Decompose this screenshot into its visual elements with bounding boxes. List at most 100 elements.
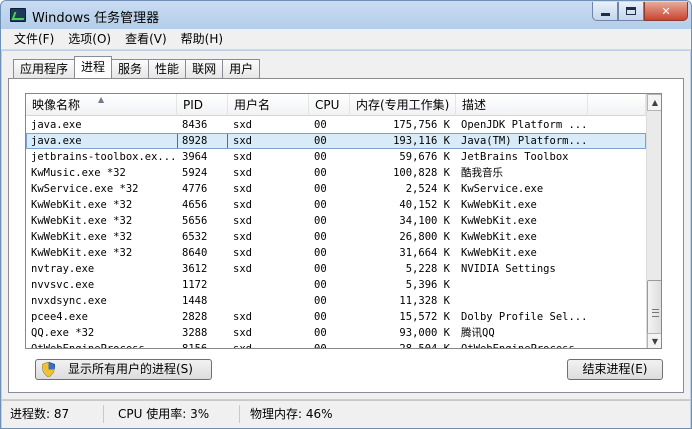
process-name-cell: nvxdsync.exe [31, 295, 107, 307]
status-process-count: 进程数: 87 [2, 405, 104, 423]
grip-icon [652, 309, 659, 317]
process-name-cell: KwWebKit.exe *32 [31, 247, 133, 259]
scroll-down-button[interactable]: ▼ [647, 333, 661, 348]
process-cpu-cell: 00 [314, 279, 327, 291]
process-row[interactable]: KwWebKit.exe *32 5656 sxd 00 34,100 K KwWebKi… [26, 213, 646, 229]
process-row[interactable]: nvxdsync.exe 1448 00 11,328 K [26, 293, 646, 309]
process-user-cell: sxd [233, 183, 252, 195]
process-description-cell: KwWebKit.exe [461, 199, 537, 211]
process-pid-cell: 8640 [182, 247, 208, 259]
process-cpu-cell: 00 [314, 183, 327, 195]
process-row[interactable]: jetbrains-toolbox.ex... 3964 sxd 00 59,676 K… [26, 149, 646, 165]
list-header: ▲ 映像名称 PID 用户名 CPU 内存(专用工作集) 描述 [26, 94, 646, 116]
process-row[interactable]: KwService.exe *32 4776 sxd 00 2,524 K KwServi… [26, 181, 646, 197]
title-bar[interactable]: Windows 任务管理器 ✕ [1, 1, 691, 29]
process-pid-cell: 8928 [177, 133, 228, 149]
process-row[interactable]: java.exe 8436 sxd 00 175,756 K OpenJDK Platfo… [26, 117, 646, 133]
process-pid-cell: 3612 [182, 263, 208, 275]
tab-users[interactable]: 用户 [222, 59, 261, 78]
process-cpu-cell: 00 [314, 135, 327, 147]
process-cpu-cell: 00 [314, 311, 327, 323]
sort-ascending-icon: ▲ [98, 95, 105, 104]
process-row[interactable]: QQ.exe *32 3288 sxd 00 93,000 K 腾讯QQ [26, 325, 646, 341]
process-pid-cell: 5656 [182, 215, 208, 227]
process-user-cell [228, 277, 309, 293]
minimize-button[interactable] [592, 2, 618, 21]
process-name-cell: KwWebKit.exe *32 [31, 231, 133, 243]
process-row[interactable]: nvtray.exe 3612 sxd 00 5,228 K NVIDIA Setting… [26, 261, 646, 277]
process-memory-cell: 40,152 K [399, 199, 450, 211]
uac-shield-icon [42, 362, 55, 377]
process-name-cell: nvvsvc.exe [31, 279, 95, 291]
process-user-cell: sxd [233, 151, 252, 163]
process-cpu-cell: 00 [314, 215, 327, 227]
process-memory-cell: 31,664 K [399, 247, 450, 259]
process-name-cell: QtWebEngineProcess... [31, 343, 164, 349]
process-user-cell: sxd [233, 247, 252, 259]
process-memory-cell: 100,828 K [393, 167, 450, 179]
process-user-cell: sxd [233, 311, 252, 323]
process-memory-cell: 28,504 K [399, 343, 450, 349]
process-cpu-cell: 00 [314, 295, 327, 307]
close-button[interactable]: ✕ [644, 2, 688, 21]
minimize-icon [600, 12, 610, 16]
process-pid-cell: 3288 [182, 327, 208, 339]
tab-performance[interactable]: 性能 [148, 59, 187, 78]
process-memory-cell: 2,524 K [405, 183, 450, 195]
status-cpu-usage: CPU 使用率: 3% [110, 405, 240, 423]
process-description-cell: KwWebKit.exe [461, 247, 537, 259]
process-pid-cell: 4656 [182, 199, 208, 211]
process-description-cell [456, 293, 588, 309]
process-row[interactable]: KwMusic.exe *32 5924 sxd 00 100,828 K 酷我音乐 [26, 165, 646, 181]
process-memory-cell: 5,228 K [405, 263, 450, 275]
tab-networking[interactable]: 联网 [185, 59, 224, 78]
process-user-cell: sxd [233, 215, 252, 227]
close-icon: ✕ [661, 4, 671, 18]
process-pid-cell: 4776 [182, 183, 208, 195]
process-user-cell: sxd [233, 199, 252, 211]
menu-options[interactable]: 选项(O) [63, 30, 116, 49]
column-memory[interactable]: 内存(专用工作集) [350, 94, 456, 116]
show-all-users-processes-button[interactable]: 显示所有用户的进程(S) [35, 359, 212, 380]
tab-processes[interactable]: 进程 [74, 56, 113, 78]
maximize-button[interactable] [618, 2, 644, 21]
process-name-cell: QQ.exe *32 [31, 327, 95, 339]
process-cpu-cell: 00 [314, 167, 327, 179]
task-manager-window: Windows 任务管理器 ✕ 文件(F) 选项(O) 查看(V) 帮助(H) … [0, 0, 692, 429]
process-row[interactable]: pcee4.exe 2828 sxd 00 15,572 K Dolby Profile … [26, 309, 646, 325]
end-process-button[interactable]: 结束进程(E) [567, 359, 663, 380]
menu-help[interactable]: 帮助(H) [176, 30, 228, 49]
process-description-cell [456, 277, 588, 293]
show-all-users-processes-label: 显示所有用户的进程(S) [68, 362, 193, 376]
vertical-scrollbar[interactable]: ▲ ▼ [646, 94, 661, 348]
process-cpu-cell: 00 [314, 151, 327, 163]
process-memory-cell: 34,100 K [399, 215, 450, 227]
process-row[interactable]: KwWebKit.exe *32 8640 sxd 00 31,664 K KwWebKi… [26, 245, 646, 261]
process-pid-cell: 6532 [182, 231, 208, 243]
chevron-down-icon: ▼ [651, 337, 659, 346]
process-row[interactable]: nvvsvc.exe 1172 00 5,396 K [26, 277, 646, 293]
column-cpu[interactable]: CPU [309, 94, 350, 116]
list-rows: java.exe 8436 sxd 00 175,756 K OpenJDK Platfo… [26, 117, 646, 349]
menu-view[interactable]: 查看(V) [120, 30, 172, 49]
tab-applications[interactable]: 应用程序 [13, 59, 76, 78]
process-memory-cell: 15,572 K [399, 311, 450, 323]
column-pid[interactable]: PID [177, 94, 228, 116]
process-row[interactable]: java.exe 8928 sxd 00 193,116 K Java(TM) Platf… [26, 133, 646, 149]
scroll-up-button[interactable]: ▲ [647, 94, 661, 111]
process-user-cell: sxd [233, 263, 252, 275]
menu-file[interactable]: 文件(F) [9, 30, 59, 49]
tab-services[interactable]: 服务 [111, 59, 150, 78]
column-user[interactable]: 用户名 [228, 94, 309, 116]
process-row[interactable]: KwWebKit.exe *32 6532 sxd 00 26,800 K KwWebKi… [26, 229, 646, 245]
process-description-cell: Java(TM) Platform... [461, 135, 588, 147]
process-user-cell: sxd [233, 343, 252, 349]
column-image-name[interactable]: ▲ 映像名称 [26, 94, 177, 116]
column-description[interactable]: 描述 [456, 94, 588, 116]
process-row[interactable]: QtWebEngineProcess... 8156 sxd 00 28,504 K Qt… [26, 341, 646, 349]
process-row[interactable]: KwWebKit.exe *32 4656 sxd 00 40,152 K KwWebKi… [26, 197, 646, 213]
process-list[interactable]: ▲ 映像名称 PID 用户名 CPU 内存(专用工作集) 描述 java.exe… [25, 93, 662, 349]
process-pid-cell: 1448 [182, 295, 208, 307]
process-memory-cell: 5,396 K [405, 279, 450, 291]
process-user-cell: sxd [233, 327, 252, 339]
